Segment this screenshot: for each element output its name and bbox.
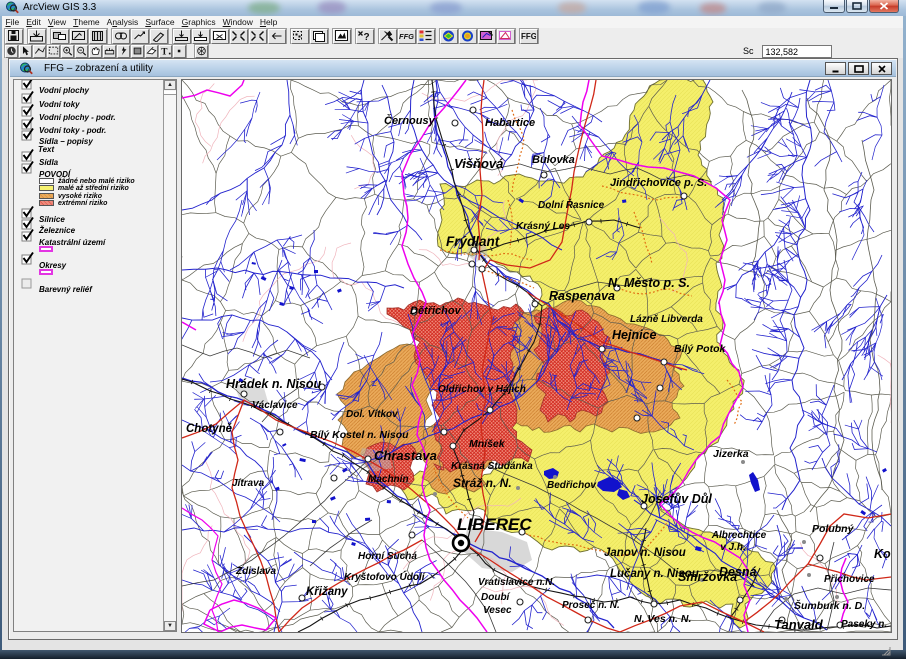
svg-text:Frýdlant: Frýdlant (446, 234, 500, 249)
svg-text:Bulovka: Bulovka (532, 154, 575, 166)
svg-text:Josefův Důl: Josefův Důl (641, 492, 712, 506)
svg-text:Tanvald: Tanvald (774, 617, 824, 632)
svg-text:Václavice: Václavice (252, 400, 298, 411)
svg-text:Habartice: Habartice (485, 117, 535, 129)
svg-text:Křižany: Křižany (306, 586, 348, 598)
svg-text:LIBEREC: LIBEREC (457, 515, 532, 534)
svg-text:Šumburk n. D.: Šumburk n. D. (794, 599, 865, 612)
svg-text:Albrechtice: Albrechtice (711, 530, 767, 541)
svg-text:Chotyně: Chotyně (186, 423, 233, 435)
svg-text:FFG: FFG (399, 32, 414, 41)
svg-text:Oldřichov v Hájích: Oldřichov v Hájích (438, 384, 526, 395)
svg-text:Hejnice: Hejnice (612, 328, 657, 342)
svg-text:Polubný: Polubný (812, 523, 855, 535)
svg-text:Vratislavice n.N.: Vratislavice n.N. (478, 577, 555, 588)
svg-text:Černousy: Černousy (384, 114, 436, 127)
svg-text:Lázně Libverda: Lázně Libverda (630, 314, 703, 325)
svg-text:Lučany n. Nisou: Lučany n. Nisou (610, 568, 699, 580)
svg-text:Ko: Ko (874, 547, 891, 561)
svg-text:Janov n. Nisou: Janov n. Nisou (604, 547, 686, 559)
svg-text:Hrádek n. Nisou: Hrádek n. Nisou (226, 377, 322, 391)
svg-text:T: T (161, 47, 168, 57)
svg-text:Zdislava: Zdislava (235, 566, 276, 577)
svg-text:Jindřichovice p. S.: Jindřichovice p. S. (610, 177, 707, 189)
svg-text:N. Ves n. N.: N. Ves n. N. (634, 613, 691, 625)
svg-text:N. Město p. S.: N. Město p. S. (608, 276, 690, 290)
svg-text:FFG: FFG (521, 32, 536, 41)
svg-text:Horní Suchá: Horní Suchá (358, 551, 417, 562)
svg-text:Stráž n. N.: Stráž n. N. (453, 476, 512, 490)
svg-text:Mníšek: Mníšek (469, 438, 506, 450)
svg-text:Kryštofovo Údolí: Kryštofovo Údolí (344, 570, 426, 583)
svg-text:Paseky n.: Paseky n. (841, 619, 887, 630)
svg-text:?: ? (364, 32, 370, 42)
svg-text:Dolní Řasnice: Dolní Řasnice (538, 198, 605, 211)
svg-text:Višňová: Višňová (454, 156, 503, 171)
svg-text:Jítrava: Jítrava (232, 478, 265, 489)
svg-text:Raspenava: Raspenava (549, 289, 615, 303)
svg-text:Bílý Kostel n. Nisou: Bílý Kostel n. Nisou (310, 429, 409, 441)
svg-text:Chrastava: Chrastava (374, 448, 437, 463)
svg-text:Krásný Les: Krásný Les (516, 221, 570, 232)
svg-text:Machnín: Machnín (368, 474, 409, 485)
svg-text:Dětřichov: Dětřichov (410, 305, 462, 317)
svg-text:Vesec: Vesec (483, 605, 512, 616)
svg-text:Bedřichov: Bedřichov (547, 480, 597, 491)
svg-text:Přichovice: Přichovice (824, 574, 875, 585)
svg-text:Doubí: Doubí (481, 592, 511, 603)
svg-text:Jizerka: Jizerka (713, 448, 749, 460)
svg-text:Dol. Vítkov: Dol. Vítkov (346, 409, 399, 420)
svg-text:Krásná Studánka: Krásná Studánka (451, 461, 533, 472)
svg-text:Bílý Potok: Bílý Potok (674, 343, 727, 355)
svg-text:Proseč n. N.: Proseč n. N. (562, 600, 620, 611)
svg-text:v J.h.: v J.h. (720, 542, 746, 553)
